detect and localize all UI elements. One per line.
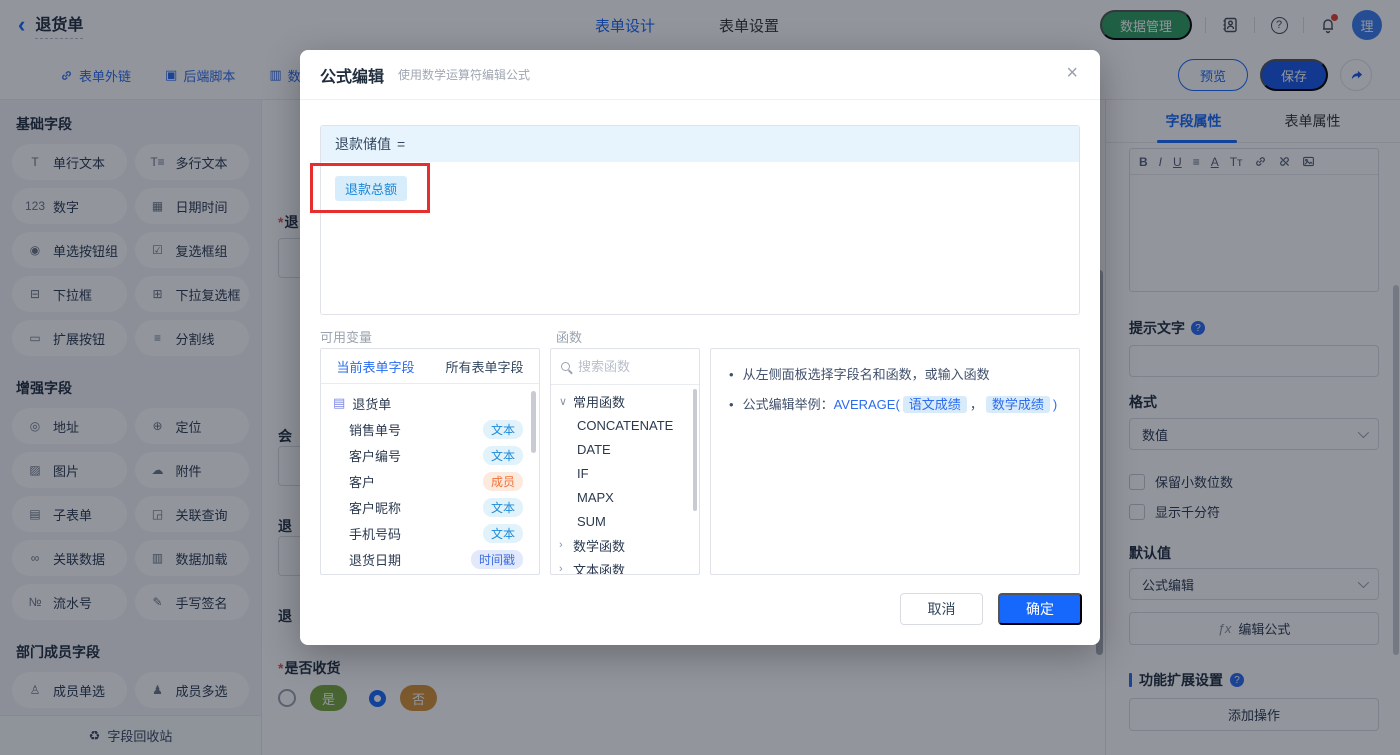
bullet: • — [729, 396, 734, 412]
search-icon — [561, 362, 570, 371]
tip-line-2: 公式编辑举例：AVERAGE(语文成绩，数学成绩) — [742, 395, 1058, 413]
example-chip: 语文成绩 — [902, 395, 967, 413]
caret-right-icon: › — [559, 539, 563, 551]
function-item[interactable]: CONCATENATE — [551, 413, 699, 437]
confirm-button[interactable]: 确定 — [998, 593, 1082, 625]
function-item[interactable]: MAPX — [551, 485, 699, 509]
function-group-math[interactable]: › 数学函数 — [551, 533, 699, 557]
tips-panel: • 从左侧面板选择字段名和函数，或输入函数 • 公式编辑举例：AVERAGE(语… — [710, 348, 1080, 575]
bullet: • — [729, 367, 734, 382]
formula-edit-modal: 公式编辑 使用数学运算符编辑公式 × 退款储值 = 退款总额 可用变量 函数 当前… — [300, 50, 1100, 645]
variable-row[interactable]: 销售单号 文本 — [321, 416, 539, 442]
type-badge: 时间戳 — [470, 549, 523, 569]
formula-target-bar: 退款储值 = — [321, 126, 1079, 162]
annotation-red-box — [310, 163, 430, 213]
type-badge: 文本 — [482, 523, 523, 543]
function-item[interactable]: DATE — [551, 437, 699, 461]
variables-scrollbar[interactable] — [531, 391, 536, 453]
tab-current-form-fields[interactable]: 当前表单字段 — [336, 357, 414, 376]
modal-title: 公式编辑 — [320, 68, 385, 86]
functions-panel: ∨常用函数 CONCATENATE DATE IF MAPX SUM ›数学函数… — [550, 348, 700, 575]
formula-editor: 退款储值 = 退款总额 — [320, 125, 1080, 315]
variable-row[interactable]: 客户昵称 文本 — [321, 494, 539, 520]
function-item[interactable]: SUM — [551, 509, 699, 533]
variable-row[interactable]: 手机号码 文本 — [321, 520, 539, 546]
variable-row[interactable]: 退货日期 时间戳 — [321, 546, 539, 572]
type-badge: 文本 — [482, 445, 523, 465]
tip-line-1: 从左侧面板选择字段名和函数，或输入函数 — [742, 367, 990, 382]
functions-scrollbar[interactable] — [693, 389, 697, 511]
close-icon[interactable]: × — [1066, 63, 1078, 83]
variables-label: 可用变量 — [320, 330, 373, 345]
tab-all-form-fields[interactable]: 所有表单字段 — [445, 357, 523, 376]
caret-down-icon: ∨ — [559, 395, 568, 408]
type-badge: 文本 — [482, 419, 523, 439]
tree-root-return-order[interactable]: ▤ 退货单 — [321, 390, 539, 416]
modal-subtitle: 使用数学运算符编辑公式 — [398, 68, 531, 82]
functions-label: 函数 — [556, 330, 583, 345]
caret-right-icon: › — [559, 563, 563, 575]
variable-row[interactable]: 客户 成员 — [321, 468, 539, 494]
function-search[interactable] — [551, 349, 699, 385]
function-item[interactable]: IF — [551, 461, 699, 485]
variables-panel: 当前表单字段 所有表单字段 ▤ 退货单 销售单号 文本 客户编号 文本 客户 成员 客… — [320, 348, 540, 575]
form-designer-screen: ‹ 退货单 表单设计 表单设置 数据管理 ? 理 表单外链 ▣ 后端脚本 ▥ 预… — [0, 0, 1400, 755]
formula-input-area[interactable]: 退款总额 — [321, 162, 1079, 314]
type-badge: 成员 — [482, 471, 523, 491]
example-chip: 数学成绩 — [985, 395, 1050, 413]
function-group-common[interactable]: ∨ 常用函数 — [551, 389, 699, 413]
search-input[interactable] — [578, 359, 689, 374]
cancel-button[interactable]: 取消 — [900, 593, 983, 625]
function-group-text[interactable]: › 文本函数 — [551, 557, 699, 575]
form-doc-icon: ▤ — [333, 395, 346, 410]
variables-tree: ▤ 退货单 销售单号 文本 客户编号 文本 客户 成员 客户昵称 文本 手机号码 文本 退… — [321, 384, 539, 572]
variable-row[interactable]: 客户编号 文本 — [321, 442, 539, 468]
type-badge: 文本 — [482, 497, 523, 517]
functions-tree: ∨ 常用函数 CONCATENATE DATE IF MAPX SUM › 数学函数… — [551, 385, 699, 575]
